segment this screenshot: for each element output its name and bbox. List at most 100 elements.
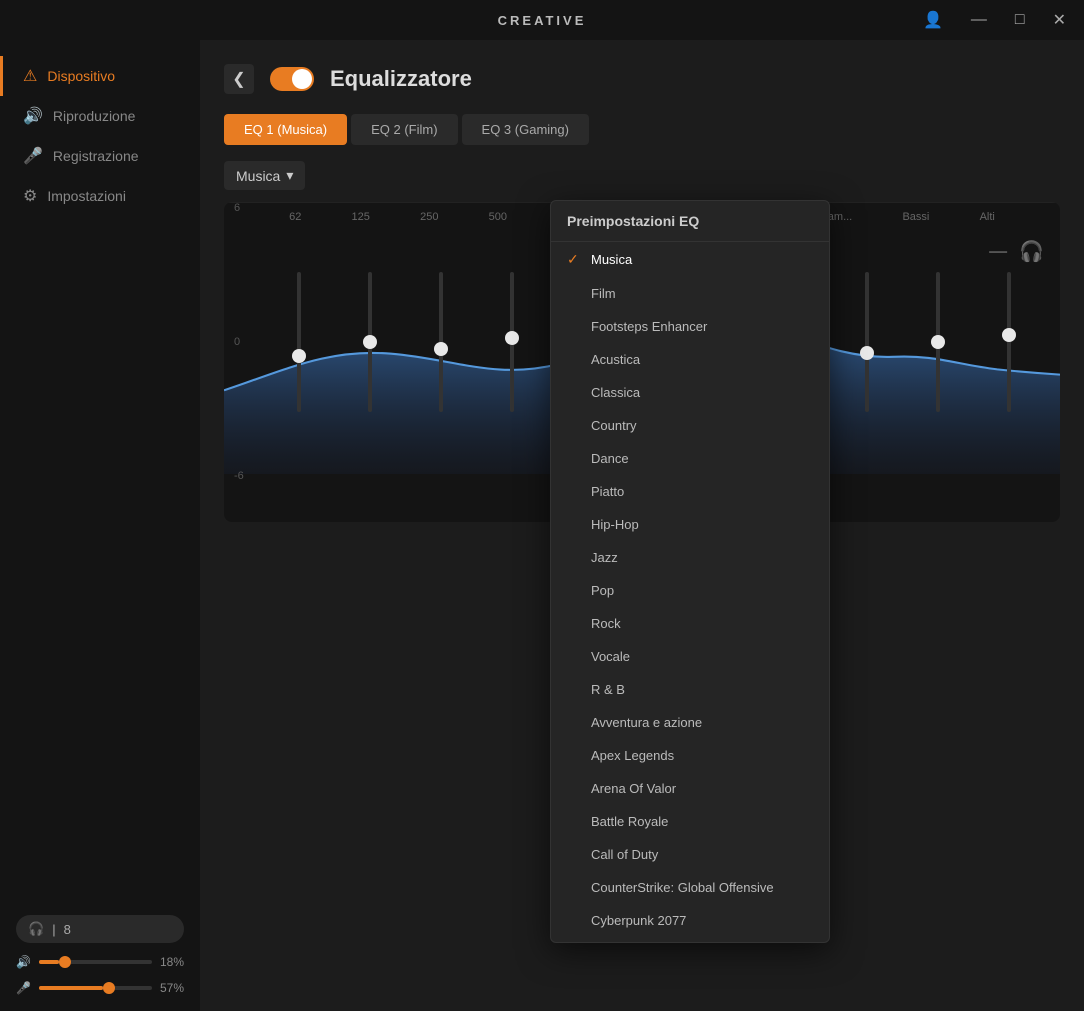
eq-thumb-125[interactable] (363, 335, 377, 349)
main-layout: ⚠ Dispositivo 🔊 Riproduzione 🎤 Registraz… (0, 40, 1084, 1011)
dropdown-item-9[interactable]: Jazz (551, 541, 829, 574)
content-header: ❮ Equalizzatore (224, 64, 1060, 94)
speaker-icon: 🔊 (23, 106, 43, 126)
tab-eq3[interactable]: EQ 3 (Gaming) (462, 114, 589, 145)
dropdown-item-0[interactable]: ✓Musica (551, 242, 829, 277)
dropdown-item-21[interactable]: Death Stranding (551, 937, 829, 942)
dropdown-header: Preimpostazioni EQ (551, 201, 829, 242)
dropdown-item-2[interactable]: Footsteps Enhancer (551, 310, 829, 343)
mic-thumb[interactable] (103, 982, 115, 994)
eq-label-6: 6 (234, 202, 244, 214)
eq-track-250[interactable] (439, 272, 443, 412)
dropdown-item-label-9: Jazz (591, 550, 618, 565)
dropdown-item-14[interactable]: Avventura e azione (551, 706, 829, 739)
eq-thumb-250[interactable] (434, 342, 448, 356)
sidebar-item-impostazioni[interactable]: ⚙ Impostazioni (0, 176, 200, 216)
dropdown-item-label-20: Cyberpunk 2077 (591, 913, 686, 928)
eq-thumb-bassi[interactable] (931, 335, 945, 349)
sidebar-label-riproduzione: Riproduzione (53, 108, 136, 124)
eq-preset-selector[interactable]: Musica ▾ (224, 161, 305, 190)
warning-icon: ⚠ (23, 66, 37, 86)
volume-slider-row: 🔊 18% (16, 955, 184, 969)
sidebar-item-dispositivo[interactable]: ⚠ Dispositivo (0, 56, 200, 96)
page-title: Equalizzatore (330, 66, 472, 92)
dropdown-item-label-14: Avventura e azione (591, 715, 702, 730)
eq-track-500[interactable] (510, 272, 514, 412)
dropdown-item-12[interactable]: Vocale (551, 640, 829, 673)
eq-track-pream[interactable] (865, 272, 869, 412)
tab-eq1[interactable]: EQ 1 (Musica) (224, 114, 347, 145)
dropdown-item-6[interactable]: Dance (551, 442, 829, 475)
dropdown-item-10[interactable]: Pop (551, 574, 829, 607)
dropdown-item-5[interactable]: Country (551, 409, 829, 442)
dropdown-item-label-16: Arena Of Valor (591, 781, 676, 796)
dropdown-item-17[interactable]: Battle Royale (551, 805, 829, 838)
eq-thumb-alti[interactable] (1002, 328, 1016, 342)
eq-track-bassi[interactable] (936, 272, 940, 412)
dropdown-item-label-13: R & B (591, 682, 625, 697)
dropdown-item-label-3: Acustica (591, 352, 640, 367)
eq-label-0: 0 (234, 336, 244, 348)
dropdown-item-1[interactable]: Film (551, 277, 829, 310)
device-number: 8 (64, 922, 71, 937)
tab-eq2[interactable]: EQ 2 (Film) (351, 114, 457, 145)
dropdown-item-label-17: Battle Royale (591, 814, 668, 829)
sidebar-label-impostazioni: Impostazioni (47, 188, 126, 204)
eq-track-125[interactable] (368, 272, 372, 412)
dropdown-item-label-15: Apex Legends (591, 748, 674, 763)
eq-thumb-500[interactable] (505, 331, 519, 345)
dropdown-item-label-6: Dance (591, 451, 629, 466)
volume-icon: 🔊 (16, 955, 31, 969)
eq-slider-bassi (936, 242, 940, 442)
mic-track[interactable] (39, 986, 152, 990)
dropdown-item-19[interactable]: CounterStrike: Global Offensive (551, 871, 829, 904)
eq-track-62[interactable] (297, 272, 301, 412)
dropdown-item-label-11: Rock (591, 616, 621, 631)
dropdown-item-7[interactable]: Piatto (551, 475, 829, 508)
close-button[interactable]: ✕ (1047, 8, 1072, 32)
mic-fill (39, 986, 103, 990)
account-button[interactable]: 👤 (917, 8, 949, 32)
check-icon-0: ✓ (567, 251, 581, 268)
dropdown-item-3[interactable]: Acustica (551, 343, 829, 376)
eq-tabs: EQ 1 (Musica) EQ 2 (Film) EQ 3 (Gaming) (224, 114, 1060, 145)
eq-thumb-pream[interactable] (860, 346, 874, 360)
volume-thumb[interactable] (59, 956, 71, 968)
sidebar-item-riproduzione[interactable]: 🔊 Riproduzione (0, 96, 200, 136)
dropdown-item-4[interactable]: Classica (551, 376, 829, 409)
eq-slider-500 (510, 242, 514, 442)
dropdown-item-label-7: Piatto (591, 484, 624, 499)
dropdown-item-label-19: CounterStrike: Global Offensive (591, 880, 774, 895)
sidebar-bottom: 🎧 | 8 🔊 18% 🎤 (0, 899, 200, 1011)
device-selector[interactable]: 🎧 | 8 (16, 915, 184, 943)
eq-label-neg6: -6 (234, 470, 244, 482)
eq-toggle[interactable] (270, 67, 314, 91)
eq-slider-62 (297, 242, 301, 442)
volume-track[interactable] (39, 960, 152, 964)
chevron-down-icon: ▾ (286, 167, 293, 184)
dropdown-list: ✓MusicaFilmFootsteps Enhancer Acustica Cla… (551, 242, 829, 942)
app-title: CREATIVE (498, 13, 587, 28)
eq-thumb-62[interactable] (292, 349, 306, 363)
dropdown-item-20[interactable]: Cyberpunk 2077 (551, 904, 829, 937)
volume-fill (39, 960, 59, 964)
dropdown-item-16[interactable]: Arena Of Valor (551, 772, 829, 805)
gear-icon: ⚙ (23, 186, 37, 206)
sidebar-label-dispositivo: Dispositivo (47, 68, 115, 84)
mic-value: 57% (160, 981, 184, 995)
dropdown-item-13[interactable]: R & B (551, 673, 829, 706)
dropdown-item-15[interactable]: Apex Legends (551, 739, 829, 772)
minimize-button[interactable]: — (965, 9, 993, 31)
dropdown-item-8[interactable]: Hip-Hop (551, 508, 829, 541)
eq-track-alti[interactable] (1007, 272, 1011, 412)
eq-slider-250 (439, 242, 443, 442)
eq-slider-125 (368, 242, 372, 442)
app-window: CREATIVE 👤 — □ ✕ ⚠ Dispositivo 🔊 Riprodu… (0, 0, 1084, 1011)
mic-slider-icon: 🎤 (16, 981, 31, 995)
dropdown-item-label-4: Classica (591, 385, 640, 400)
maximize-button[interactable]: □ (1009, 9, 1031, 31)
dropdown-item-11[interactable]: Rock (551, 607, 829, 640)
back-button[interactable]: ❮ (224, 64, 254, 94)
sidebar-item-registrazione[interactable]: 🎤 Registrazione (0, 136, 200, 176)
dropdown-item-18[interactable]: Call of Duty (551, 838, 829, 871)
